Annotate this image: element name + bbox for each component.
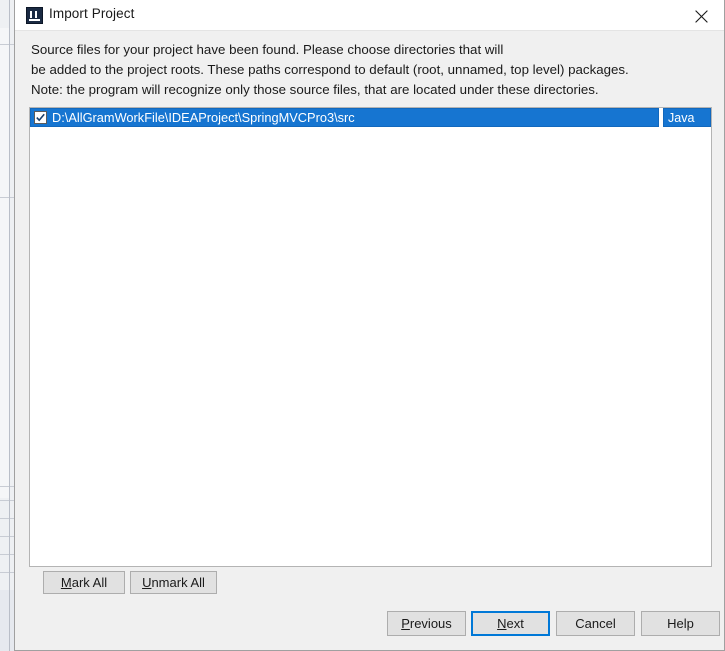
cancel-label: Cancel [575,616,616,631]
dialog-title: Import Project [49,6,135,21]
background-divider [0,44,14,45]
next-label: ext [506,616,524,631]
background-panel-tall [0,28,9,498]
description-line-3: Note: the program will recognize only th… [31,82,599,97]
unmark-all-label: nmark All [151,575,205,590]
background-panel-lower [0,590,14,651]
description-line-1: Source files for your project have been … [31,42,504,57]
previous-button[interactable]: Previous [387,611,466,636]
list-item[interactable]: D:\AllGramWorkFile\IDEAProject\SpringMVC… [30,108,711,127]
background-divider [0,536,14,537]
import-project-dialog: Import Project Source files for your pro… [14,0,725,651]
description-line-2: be added to the project roots. These pat… [31,62,629,77]
background-divider [0,518,14,519]
close-icon[interactable] [679,0,724,30]
cancel-button[interactable]: Cancel [556,611,635,636]
next-accel: N [497,616,507,631]
source-roots-list[interactable]: D:\AllGramWorkFile\IDEAProject\SpringMVC… [29,107,712,567]
unmark-all-accel: U [142,575,152,590]
mark-all-accel: M [60,575,72,590]
help-button[interactable]: Help [641,611,720,636]
source-root-path: D:\AllGramWorkFile\IDEAProject\SpringMVC… [52,110,355,125]
background-divider [0,500,14,501]
help-label: Help [667,616,694,631]
next-button[interactable]: Next [471,611,550,636]
background-divider [0,572,14,573]
source-root-checkbox[interactable] [34,111,47,124]
source-root-type-label: Java [668,110,695,125]
source-root-entry[interactable]: D:\AllGramWorkFile\IDEAProject\SpringMVC… [30,108,659,127]
mark-all-button[interactable]: Mark All [43,571,125,594]
intellij-idea-icon [26,7,43,24]
dialog-description: Source files for your project have been … [31,40,701,100]
previous-accel: P [401,616,410,631]
dialog-title-bar: Import Project [15,0,724,31]
background-edge [9,0,10,651]
unmark-all-button[interactable]: Unmark All [130,571,217,594]
background-divider [0,486,14,487]
mark-all-label: ark All [71,575,108,590]
background-divider [0,197,14,198]
source-root-type-cell[interactable]: Java [663,108,711,127]
previous-label: revious [409,616,452,631]
background-divider [0,554,14,555]
